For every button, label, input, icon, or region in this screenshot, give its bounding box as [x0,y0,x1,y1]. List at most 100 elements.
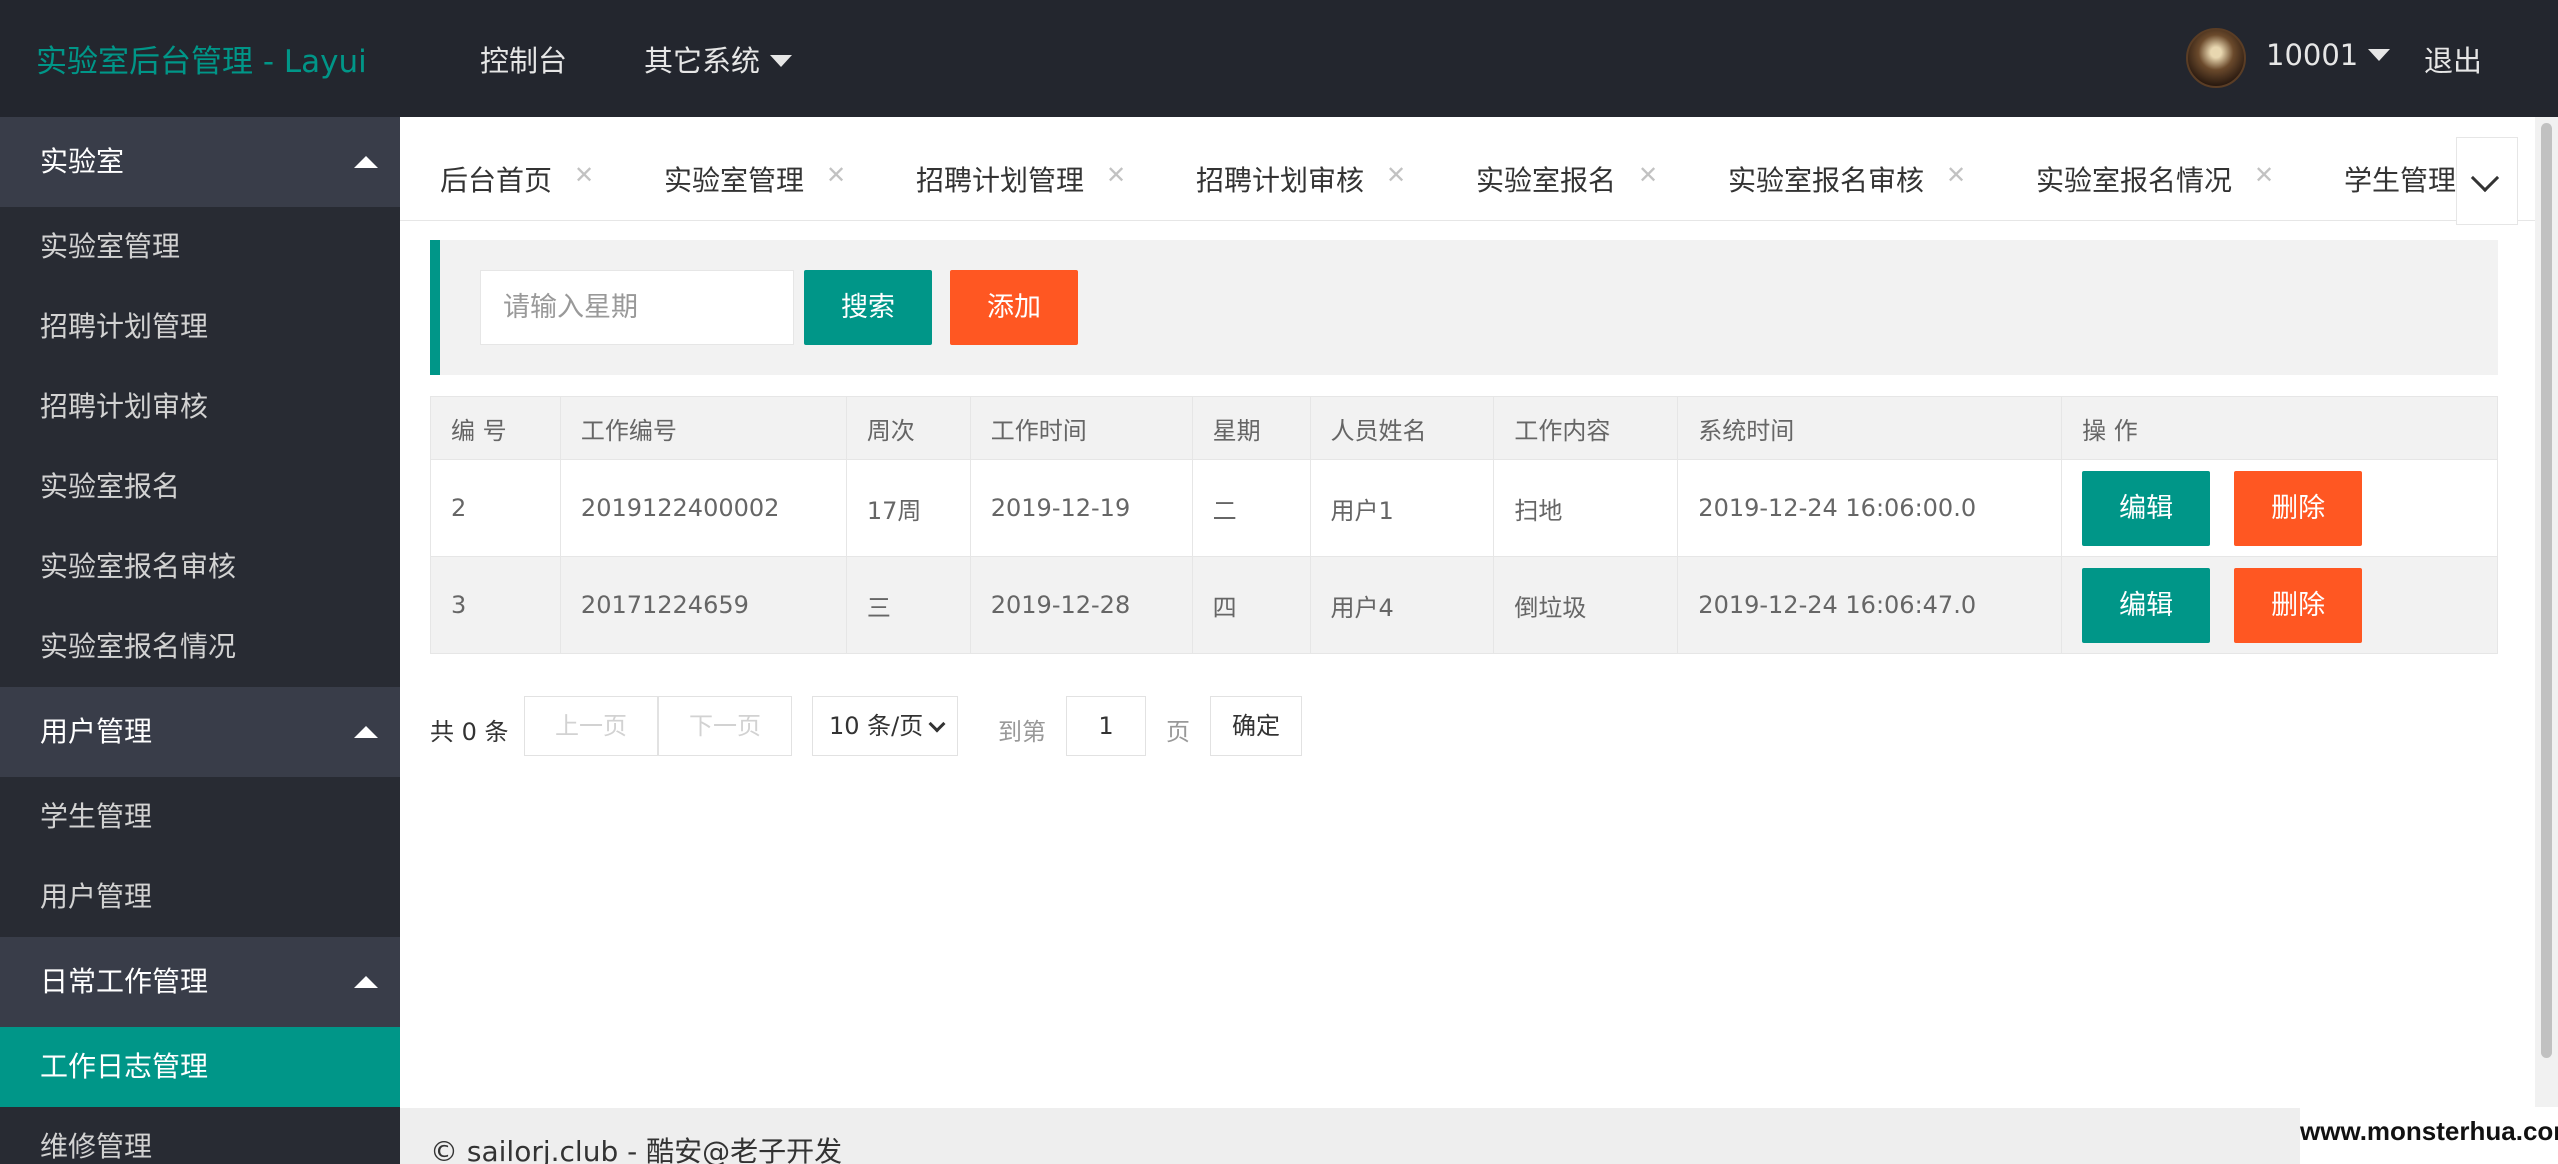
tab-more-button[interactable] [2456,137,2518,225]
nav-other-systems[interactable]: 其它系统 [644,38,793,80]
sidebar-item-signup-status[interactable]: 实验室报名情况 [0,607,400,687]
sidebar-item-lab-manage[interactable]: 实验室管理 [0,207,400,287]
column-header[interactable]: 星期 [1191,396,1311,460]
cell-content: 倒垃圾 [1493,556,1679,654]
nav-console[interactable]: 控制台 [480,38,567,80]
column-header[interactable]: 人员姓名 [1309,396,1495,460]
watermark: www.monsterhua.com [2300,1116,2558,1146]
cell-work-date: 2019-12-19 [969,459,1193,557]
sidebar-group-label: 日常工作管理 [40,965,209,998]
chevron-down-icon [2470,163,2500,193]
cell-actions: 编辑 删除 [2061,459,2498,557]
close-icon[interactable]: ✕ [826,161,846,189]
tab-home[interactable]: 后台首页 [440,159,552,199]
page-number-input[interactable]: 1 [1066,696,1146,756]
top-header: 实验室后台管理 - Layui 控制台 其它系统 10001 退出 [0,0,2558,117]
column-header[interactable]: 编 号 [430,396,561,460]
cell-work-number: 2019122400002 [559,459,847,557]
table-row: 2 2019122400002 17周 2019-12-19 二 用户1 扫地 … [430,459,2498,557]
search-button[interactable]: 搜索 [804,270,932,345]
close-icon[interactable]: ✕ [1946,161,1966,189]
tab-signup-review[interactable]: 实验室报名审核 [1728,159,1924,199]
sidebar-group-users[interactable]: 用户管理 [0,687,400,777]
vertical-scrollbar[interactable] [2535,117,2558,1107]
tab-students[interactable]: 学生管理 [2344,159,2456,199]
footer: © sailorj.club - 酷安@老子开发 [400,1108,2300,1164]
column-header[interactable]: 工作内容 [1493,396,1679,460]
close-icon[interactable]: ✕ [1106,161,1126,189]
sidebar-item-signup-review[interactable]: 实验室报名审核 [0,527,400,607]
sidebar-group-lab[interactable]: 实验室 [0,117,400,207]
edit-button[interactable]: 编辑 [2082,567,2211,643]
cell-system-time: 2019-12-24 16:06:00.0 [1677,459,2063,557]
table-row: 3 20171224659 三 2019-12-28 四 用户4 倒垃圾 201… [430,556,2498,654]
sidebar-item-lab-signup[interactable]: 实验室报名 [0,447,400,527]
sidebar-item-recruit-review[interactable]: 招聘计划审核 [0,367,400,447]
table-header-row: 编 号 工作编号 周次 工作时间 星期 人员姓名 工作内容 系统时间 操 作 [430,396,2498,460]
weekday-search-input[interactable]: 请输入星期 [480,270,794,345]
sidebar-item-repairs[interactable]: 维修管理 [0,1107,400,1164]
column-header[interactable]: 工作时间 [969,396,1193,460]
sidebar-item-work-log[interactable]: 工作日志管理 [0,1027,400,1107]
tab-recruit-review[interactable]: 招聘计划审核 [1196,159,1364,199]
chevron-down-icon [2368,49,2391,61]
close-icon[interactable]: ✕ [2254,161,2274,189]
sidebar-item-users[interactable]: 用户管理 [0,857,400,937]
cell-person: 用户1 [1309,459,1495,557]
goto-label: 到第 [998,718,1046,746]
tab-recruit-plan[interactable]: 招聘计划管理 [916,159,1084,199]
sidebar-item-recruit-plan[interactable]: 招聘计划管理 [0,287,400,367]
sidebar-group-label: 实验室 [40,145,125,178]
tab-lab-manage[interactable]: 实验室管理 [664,159,804,199]
delete-button[interactable]: 删除 [2234,470,2363,546]
cell-week: 三 [845,556,971,654]
page-size-value: 10 条/页 [829,712,924,740]
close-icon[interactable]: ✕ [574,161,594,189]
total-count: 共 0 条 [430,718,509,746]
sidebar-item-students[interactable]: 学生管理 [0,777,400,857]
user-menu[interactable]: 10001 [2266,38,2391,72]
avatar[interactable] [2186,28,2246,88]
logout-link[interactable]: 退出 [2424,38,2482,80]
column-header[interactable]: 工作编号 [559,396,847,460]
sidebar-group-daily-work[interactable]: 日常工作管理 [0,937,400,1027]
user-id: 10001 [2266,38,2359,72]
cell-weekday: 四 [1191,556,1311,654]
cell-id: 2 [430,459,561,557]
cell-work-date: 2019-12-28 [969,556,1193,654]
confirm-page-button[interactable]: 确定 [1210,696,1302,756]
search-panel: 请输入星期 搜索 添加 [430,240,2498,375]
cell-week: 17周 [845,459,971,557]
cell-system-time: 2019-12-24 16:06:47.0 [1677,556,2063,654]
close-icon[interactable]: ✕ [1386,161,1406,189]
column-header[interactable]: 操 作 [2061,396,2498,460]
sidebar-group-label: 用户管理 [40,715,153,748]
delete-button[interactable]: 删除 [2234,567,2363,643]
cell-actions: 编辑 删除 [2061,556,2498,654]
cell-work-number: 20171224659 [559,556,847,654]
chevron-up-icon [354,156,378,168]
column-header[interactable]: 周次 [845,396,971,460]
app-logo[interactable]: 实验室后台管理 - Layui [36,36,367,81]
page-suffix-label: 页 [1166,718,1190,746]
work-log-table: 编 号 工作编号 周次 工作时间 星期 人员姓名 工作内容 系统时间 操 作 2… [430,396,2498,654]
sidebar: 实验室 实验室管理 招聘计划管理 招聘计划审核 实验室报名 实验室报名审核 实验… [0,117,400,1164]
chevron-up-icon [354,976,378,988]
column-header[interactable]: 系统时间 [1677,396,2063,460]
tab-bar: 后台首页 ✕ 实验室管理 ✕ 招聘计划管理 ✕ 招聘计划审核 ✕ 实验室报名 ✕… [400,117,2535,221]
next-page-button[interactable]: 下一页 [658,696,792,756]
chevron-down-icon [770,55,793,67]
edit-button[interactable]: 编辑 [2082,470,2211,546]
tab-signup-status[interactable]: 实验室报名情况 [2036,159,2232,199]
cell-weekday: 二 [1191,459,1311,557]
cell-id: 3 [430,556,561,654]
add-button[interactable]: 添加 [950,270,1078,345]
footer-copyright: © sailorj.club - 酷安@老子开发 [430,1135,843,1164]
tab-lab-signup[interactable]: 实验室报名 [1476,159,1616,199]
chevron-up-icon [354,726,378,738]
close-icon[interactable]: ✕ [1638,161,1658,189]
nav-other-systems-label: 其它系统 [644,44,761,78]
prev-page-button[interactable]: 上一页 [524,696,658,756]
scrollbar-thumb[interactable] [2541,123,2552,1058]
page-size-select[interactable]: 10 条/页 [812,696,958,756]
